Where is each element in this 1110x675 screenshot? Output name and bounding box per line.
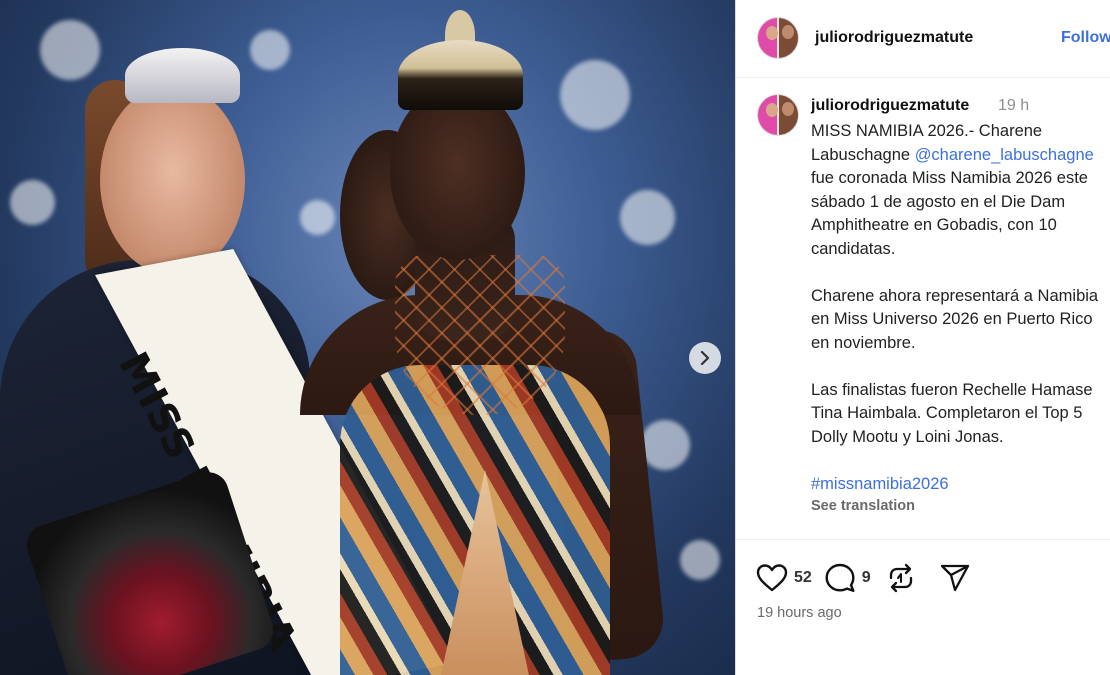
post-side-panel: juliorodriguezmatute Follow juliorodrigu… [735,0,1110,675]
bokeh-light [250,30,290,70]
follow-button[interactable]: Follow [1061,29,1110,47]
gold-crown [398,40,523,110]
post-header: juliorodriguezmatute Follow [736,0,1110,78]
caption-line: Labuschagne @charene_labuschagne [811,144,1110,168]
share-button[interactable] [939,563,971,593]
caption-line: en Miss Universo 2026 en Puerto Rico [811,310,1093,328]
see-translation-link[interactable]: See translation [811,498,915,514]
left-woman-face [100,85,245,275]
caption-line: Dolly Mootu y Loini Jonas. [811,427,1004,446]
caption-line: Tina Haimbala. Completaron el Top 5 [811,404,1083,422]
bokeh-light [680,540,720,580]
avatar[interactable] [757,17,799,59]
caption-line: Amphitheatre en Gobadis, con 10 [811,216,1057,234]
beaded-neckpiece [395,255,565,415]
repost-button[interactable] [887,563,915,593]
caption-line: Charene ahora representará a Namibia [811,286,1099,305]
caption-line: MISS NAMIBIA 2026.- Charene [811,122,1043,140]
bokeh-light [640,420,690,470]
action-bar: 52 9 [756,562,971,594]
mention-link[interactable]: @charene_labuschagne [915,146,1094,164]
caption: juliorodriguezmatute 19 h MISS NAMIBIA 2… [736,78,1110,540]
post-timestamp[interactable]: 19 hours ago [757,605,842,621]
caption-username[interactable]: juliorodriguezmatute [811,97,969,115]
caption-line: fue coronada Miss Namibia 2026 este [811,169,1088,187]
caption-line: Las finalistas fueron Rechelle Hamase [811,380,1093,399]
caption-text: MISS NAMIBIA 2026.- Charene Labuschagne … [811,120,1110,496]
bokeh-light [10,180,55,225]
bokeh-light [560,60,630,130]
caption-line: en noviembre. [811,333,916,352]
post-photo[interactable]: MISS NAMIBIA [0,0,735,675]
bokeh-light [300,200,335,235]
header-username[interactable]: juliorodriguezmatute [815,29,973,47]
hashtag-link[interactable]: #missnamibia2026 [811,473,1110,497]
comment-icon [825,563,855,592]
share-icon [940,564,969,592]
silver-crown [125,48,240,103]
like-count[interactable]: 52 [794,569,812,587]
heart-icon [756,564,788,592]
caption-line: sábado 1 de agosto en el Die Dam [811,192,1066,211]
caption-time[interactable]: 19 h [998,97,1029,115]
like-button[interactable] [756,563,788,593]
caption-line-text: Labuschagne [811,145,915,164]
caption-line: candidatas. [811,239,896,258]
bokeh-light [620,190,675,245]
chevron-right-icon [700,351,710,365]
bokeh-light [40,20,100,80]
repost-icon [889,563,912,593]
comment-button[interactable] [824,563,856,593]
comment-count[interactable]: 9 [862,569,871,587]
right-woman-face [390,85,525,260]
carousel-next-button[interactable] [689,342,721,374]
caption-avatar[interactable] [757,94,799,136]
